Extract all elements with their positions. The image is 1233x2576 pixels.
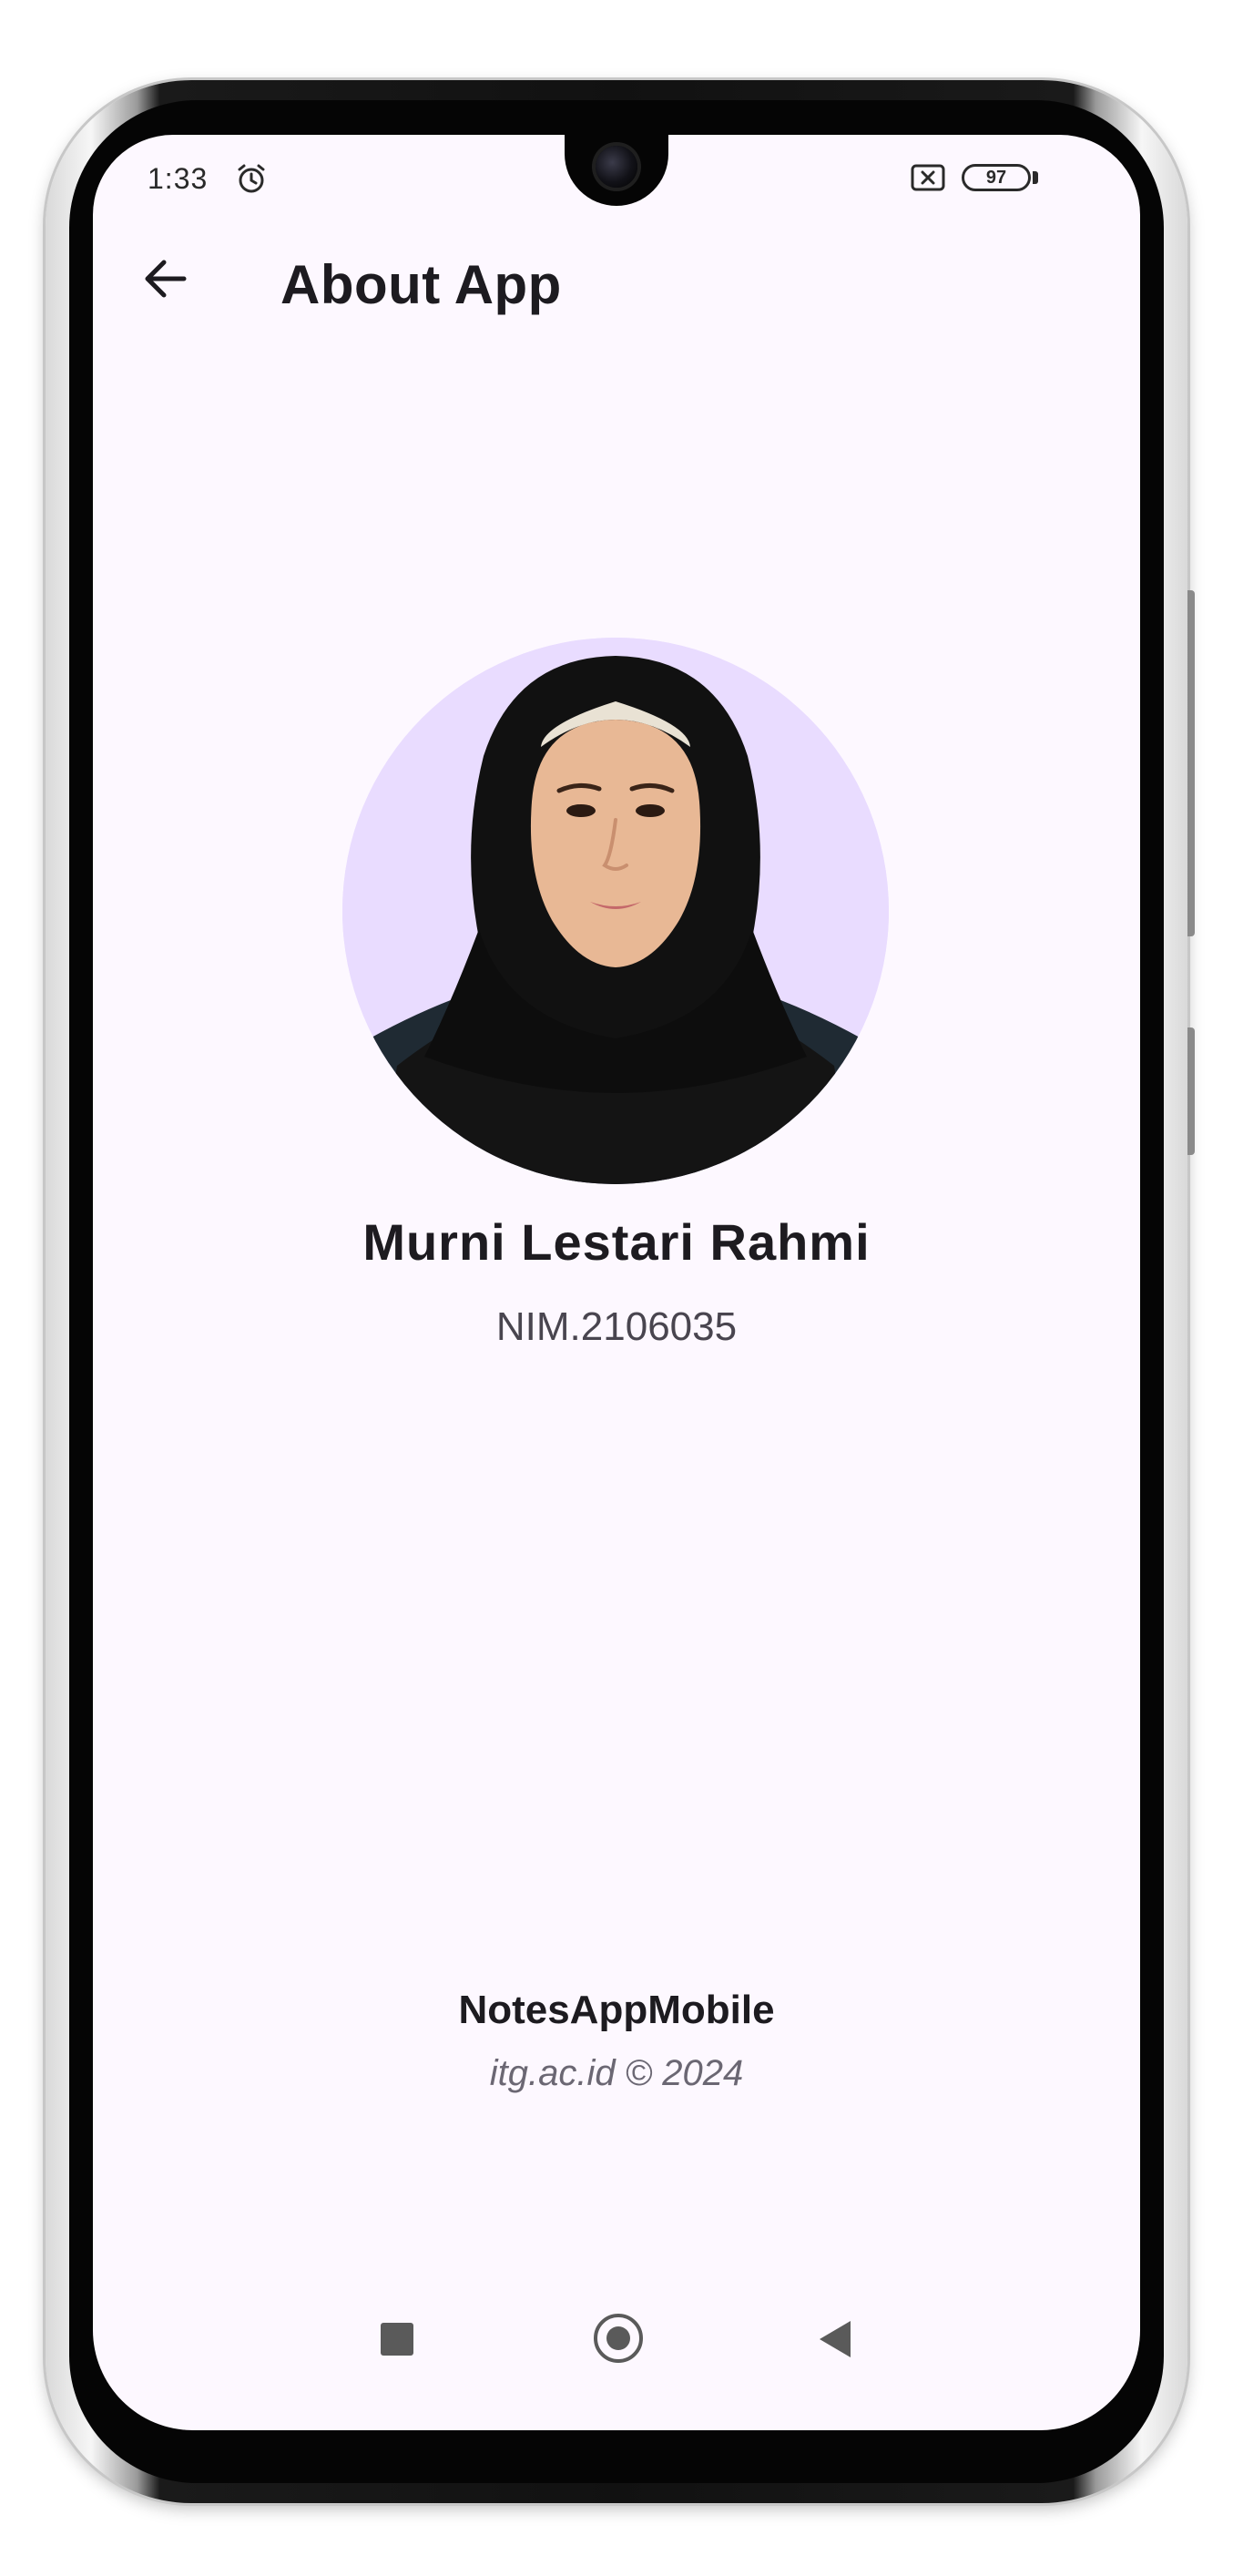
app-bar: About App xyxy=(93,226,1140,335)
app-name: NotesAppMobile xyxy=(458,1988,775,2032)
no-sim-icon xyxy=(911,164,945,191)
arrow-left-icon xyxy=(145,260,187,298)
system-nav-bar xyxy=(93,2294,1140,2385)
home-dot xyxy=(606,2326,630,2350)
circle-icon[interactable] xyxy=(594,2314,643,2363)
status-time: 1:33 xyxy=(148,162,209,195)
profile-nim: NIM.2106035 xyxy=(495,1304,738,1349)
profile-name: Murni Lestari Rahmi xyxy=(362,1213,871,1271)
battery-tip xyxy=(1033,171,1038,184)
front-camera xyxy=(596,146,637,188)
page-title: About App xyxy=(280,254,562,315)
screen: 1:33 97 About App Murni Lestari Rahmi NI… xyxy=(93,135,1140,2430)
triangle-left-icon[interactable] xyxy=(820,2321,851,2357)
volume-button xyxy=(1187,590,1195,936)
back-button[interactable] xyxy=(129,242,202,315)
alarm-clock-icon xyxy=(238,164,265,193)
copyright-text: itg.ac.id © 2024 xyxy=(489,2053,744,2093)
avatar xyxy=(342,638,889,1184)
square-icon[interactable] xyxy=(381,2323,413,2356)
profile-photo xyxy=(342,638,889,1184)
battery-indicator: 97 xyxy=(962,164,1031,191)
power-button xyxy=(1187,1027,1195,1155)
